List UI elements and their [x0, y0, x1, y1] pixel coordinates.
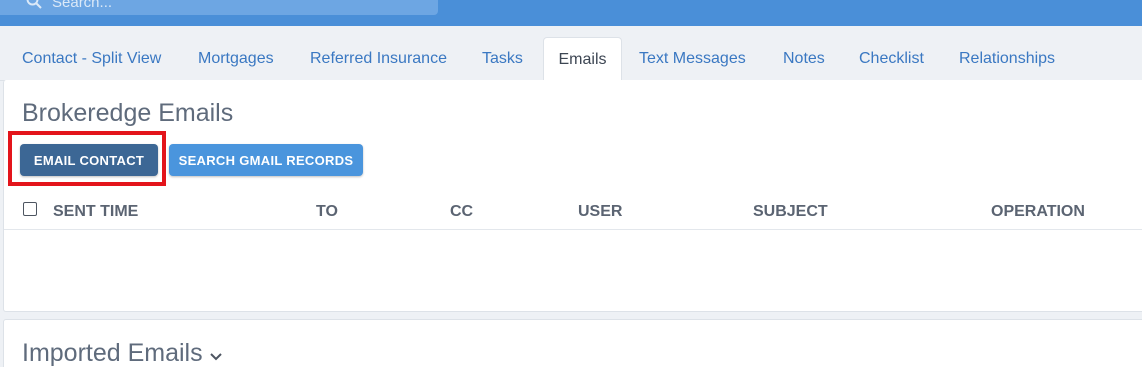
- tab-text-messages[interactable]: Text Messages: [639, 37, 746, 81]
- tab-contact-split-view[interactable]: Contact - Split View: [22, 37, 161, 81]
- brokeredge-emails-panel: Brokeredge Emails EMAIL CONTACT SEARCH G…: [3, 80, 1142, 312]
- imported-emails-title: Imported Emails: [22, 339, 203, 367]
- search-input[interactable]: [52, 0, 422, 12]
- column-subject[interactable]: SUBJECT: [753, 203, 828, 221]
- select-all-checkbox[interactable]: [23, 202, 37, 216]
- imported-emails-panel: Imported Emails: [3, 319, 1142, 367]
- search-box[interactable]: [0, 0, 438, 15]
- tab-emails[interactable]: Emails: [543, 37, 622, 82]
- column-sent-time[interactable]: SENT TIME: [53, 203, 138, 221]
- brokeredge-emails-title: Brokeredge Emails: [22, 99, 234, 127]
- tab-referred-insurance[interactable]: Referred Insurance: [310, 37, 447, 81]
- column-user[interactable]: USER: [578, 203, 622, 221]
- tab-bar: Contact - Split View Mortgages Referred …: [0, 37, 1142, 82]
- column-cc[interactable]: CC: [450, 203, 473, 221]
- tab-relationships[interactable]: Relationships: [959, 37, 1055, 81]
- tab-checklist[interactable]: Checklist: [859, 37, 924, 81]
- tab-tasks[interactable]: Tasks: [482, 37, 523, 81]
- chevron-down-icon[interactable]: [209, 340, 223, 367]
- emails-table-header: SENT TIME TO CC USER SUBJECT OPERATION: [4, 194, 1142, 230]
- imported-emails-header[interactable]: Imported Emails: [22, 339, 223, 367]
- email-contact-button[interactable]: EMAIL CONTACT: [20, 144, 158, 176]
- search-gmail-records-button[interactable]: SEARCH GMAIL RECORDS: [169, 144, 363, 176]
- tab-notes[interactable]: Notes: [783, 37, 825, 81]
- column-operation[interactable]: OPERATION: [991, 203, 1085, 221]
- top-bar: [0, 0, 1142, 26]
- tab-mortgages[interactable]: Mortgages: [198, 37, 274, 81]
- search-icon: [26, 0, 42, 14]
- column-to[interactable]: TO: [316, 203, 338, 221]
